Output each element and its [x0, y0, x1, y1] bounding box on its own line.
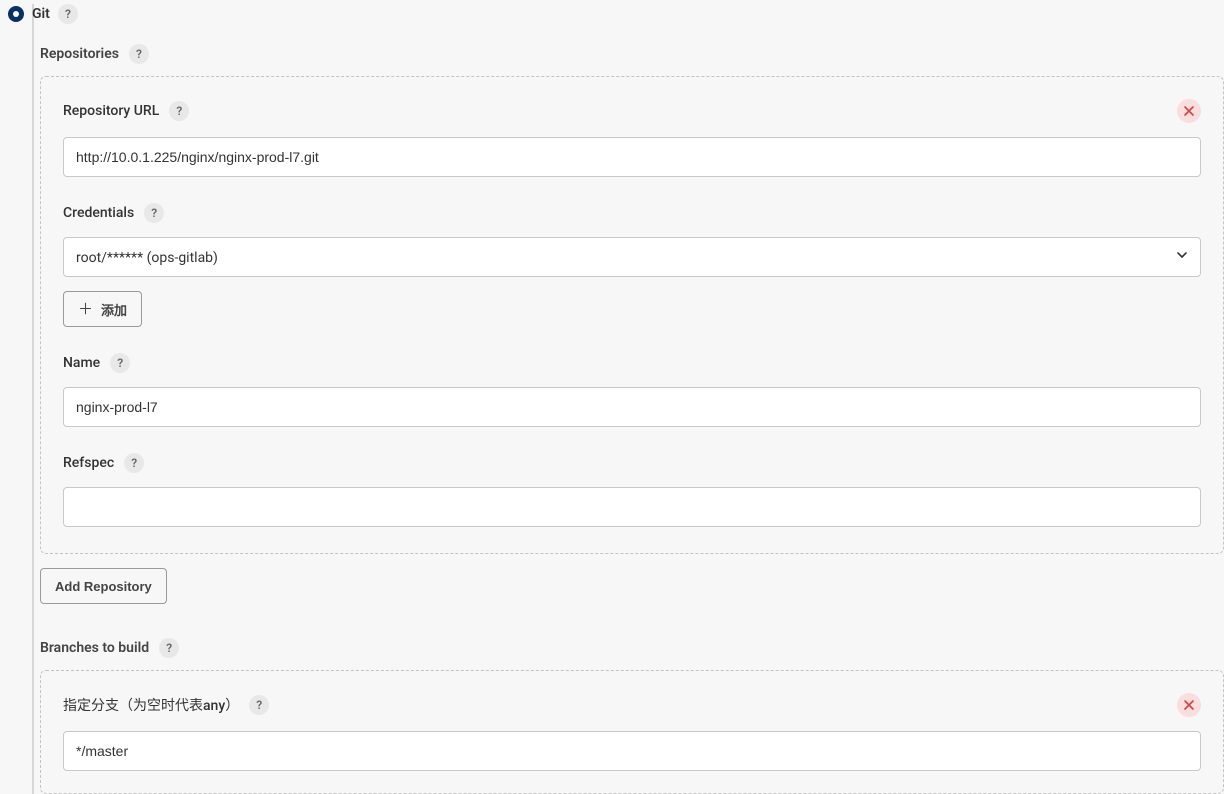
plus-icon: ＋ [78, 302, 93, 317]
repo-url-group: Repository URL ? [63, 99, 1201, 177]
credentials-label: Credentials [63, 205, 134, 221]
remove-repository-button[interactable] [1177, 99, 1201, 123]
help-icon[interactable]: ? [159, 638, 179, 658]
repo-url-input[interactable] [63, 137, 1201, 177]
branch-spec-group: 指定分支（为空时代表any） ? [63, 693, 1201, 771]
branch-spec-label: 指定分支（为空时代表any） [63, 695, 239, 715]
repository-entry-box: Repository URL ? Credentials ? root/****… [40, 76, 1224, 554]
add-repository-label: Add Repository [55, 579, 152, 594]
repo-name-input[interactable] [63, 387, 1201, 427]
scm-git-label: Git [32, 6, 50, 22]
close-icon [1184, 106, 1194, 116]
help-icon[interactable]: ? [110, 353, 130, 373]
repositories-header: Repositories ? [40, 44, 1224, 64]
branches-section: Branches to build ? 指定分支（为空时代表any） ? [40, 638, 1224, 794]
branch-spec-input[interactable] [63, 731, 1201, 771]
repo-name-group: Name ? [63, 353, 1201, 427]
help-icon[interactable]: ? [124, 453, 144, 473]
refspec-input[interactable] [63, 487, 1201, 527]
help-icon[interactable]: ? [249, 695, 269, 715]
repositories-section: Repositories ? Repository URL ? Cr [40, 44, 1224, 604]
scm-git-radio-row[interactable]: Git ? [8, 4, 1216, 24]
help-icon[interactable]: ? [169, 101, 189, 121]
credentials-group: Credentials ? root/****** (ops-gitlab) ＋… [63, 203, 1201, 327]
add-credentials-button[interactable]: ＋ 添加 [63, 291, 142, 327]
help-icon[interactable]: ? [144, 203, 164, 223]
add-repository-button[interactable]: Add Repository [40, 568, 167, 604]
add-credentials-label: 添加 [101, 300, 127, 319]
refspec-label: Refspec [63, 455, 114, 471]
repositories-label: Repositories [40, 46, 119, 62]
credentials-select[interactable]: root/****** (ops-gitlab) [63, 237, 1201, 277]
repo-name-label: Name [63, 355, 100, 371]
close-icon [1184, 700, 1194, 710]
help-icon[interactable]: ? [58, 4, 78, 24]
section-divider-line [32, 4, 34, 794]
radio-selected-icon [8, 6, 24, 22]
branch-entry-box: 指定分支（为空时代表any） ? [40, 670, 1224, 794]
repo-url-label: Repository URL [63, 103, 159, 119]
branches-label: Branches to build [40, 640, 149, 656]
refspec-group: Refspec ? [63, 453, 1201, 527]
branches-header: Branches to build ? [40, 638, 1224, 658]
help-icon[interactable]: ? [129, 44, 149, 64]
remove-branch-button[interactable] [1177, 693, 1201, 717]
